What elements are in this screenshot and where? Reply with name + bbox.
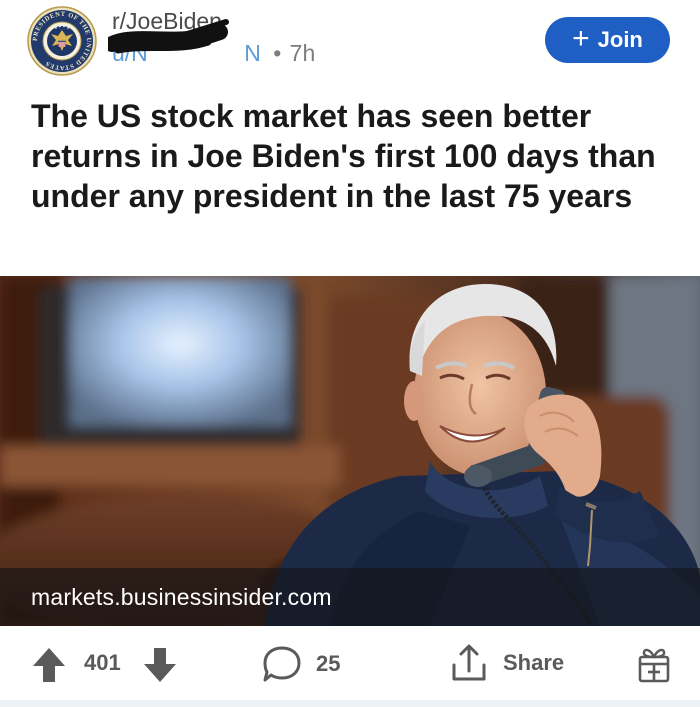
subreddit-name[interactable]: r/JoeBiden: [112, 8, 222, 35]
arrow-down-icon: [144, 648, 176, 682]
author-name-tail: N: [244, 40, 261, 66]
share-button[interactable]: Share: [450, 640, 564, 686]
vote-count: 401: [84, 650, 121, 675]
author-name-visible: u/N: [112, 40, 148, 66]
post-header: PRESIDENT OF THE UNITED STATES r/JoeBide…: [0, 0, 700, 82]
meta-separator: •: [273, 40, 282, 66]
feed-divider: [0, 700, 700, 707]
share-label: Share: [503, 650, 565, 675]
award-button[interactable]: [637, 644, 671, 684]
upvote-button[interactable]: [32, 646, 66, 684]
post-age: 7h: [289, 40, 316, 66]
speech-bubble-icon: [263, 646, 301, 682]
share-icon: [452, 644, 486, 681]
post-action-bar: 401 25 Share: [0, 626, 700, 700]
post-link-thumbnail[interactable]: markets.businessinsider.com: [0, 276, 700, 626]
link-domain: markets.businessinsider.com: [31, 583, 332, 610]
comment-count: 25: [316, 651, 341, 676]
join-button[interactable]: + Join: [545, 17, 670, 63]
presidential-seal-icon: PRESIDENT OF THE UNITED STATES: [27, 6, 97, 76]
downvote-button[interactable]: [143, 646, 177, 684]
join-button-label: Join: [597, 27, 643, 52]
link-domain-bar[interactable]: markets.businessinsider.com: [0, 568, 700, 626]
post-meta: u/N N • 7h: [108, 19, 316, 70]
subreddit-avatar[interactable]: PRESIDENT OF THE UNITED STATES: [27, 6, 97, 76]
plus-icon: +: [572, 21, 590, 55]
author-link[interactable]: u/N N: [108, 19, 267, 66]
post-title[interactable]: The US stock market has seen better retu…: [31, 96, 671, 216]
arrow-up-icon: [33, 648, 65, 682]
comments-button[interactable]: 25: [262, 642, 340, 686]
gift-icon: [638, 648, 670, 683]
